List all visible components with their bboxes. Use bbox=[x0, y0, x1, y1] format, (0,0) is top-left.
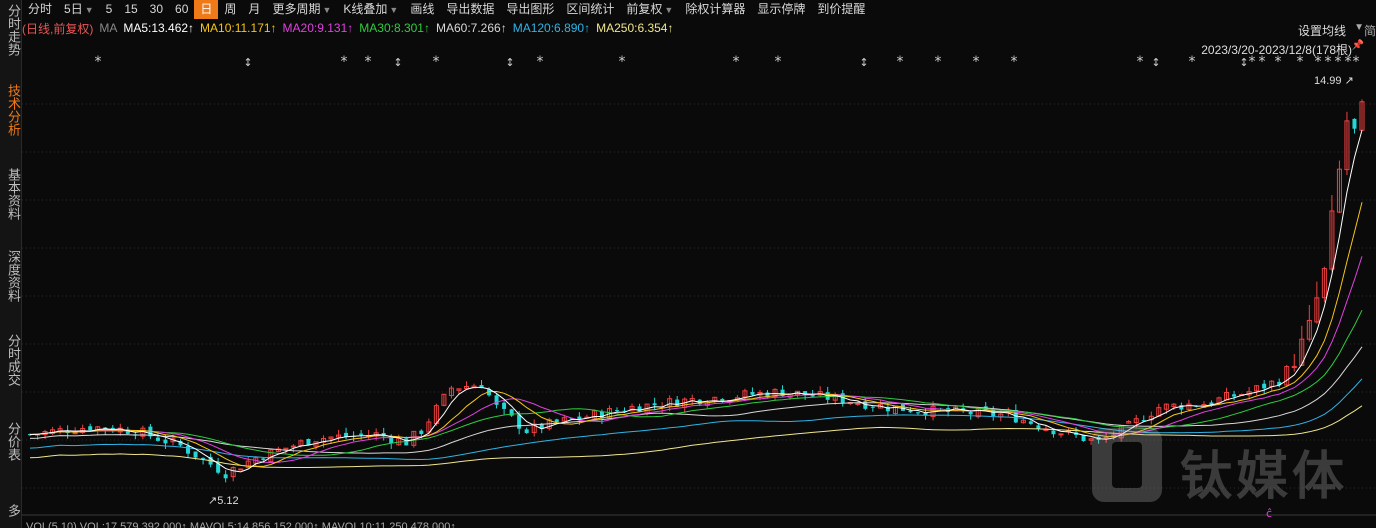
event-marker-icon: * bbox=[1315, 54, 1322, 70]
event-marker-icon: * bbox=[537, 54, 544, 70]
event-marker-icon: * bbox=[1335, 54, 1342, 70]
candle-body bbox=[155, 437, 160, 441]
event-marker-icon: ↕ bbox=[1151, 56, 1160, 69]
candle-body bbox=[238, 468, 244, 471]
candle-body bbox=[750, 391, 755, 395]
candle-body bbox=[494, 395, 499, 405]
candle-body bbox=[1028, 421, 1033, 424]
candle-body bbox=[855, 402, 861, 405]
candle-body bbox=[88, 426, 93, 431]
candle-body bbox=[524, 429, 529, 433]
candle-body bbox=[163, 439, 168, 444]
event-marker-icon: * bbox=[619, 54, 626, 70]
candle-body bbox=[186, 445, 191, 454]
event-marker-icon: * bbox=[365, 54, 372, 70]
event-marker-icon: ↕ bbox=[1239, 56, 1248, 69]
sidebar-item-5[interactable]: 分价表 bbox=[0, 422, 22, 461]
event-marker-icon: ↕ bbox=[859, 56, 868, 69]
event-marker-icon: * bbox=[433, 54, 440, 70]
candle-body bbox=[637, 406, 642, 412]
candle-body bbox=[968, 412, 973, 415]
candle-body bbox=[517, 414, 522, 429]
event-marker-icon: * bbox=[1297, 54, 1304, 70]
candle-body bbox=[419, 430, 424, 434]
low-price-label: ↗5.12 bbox=[208, 495, 239, 507]
sidebar-item-6[interactable]: 多 bbox=[0, 504, 22, 517]
candle-body bbox=[72, 432, 78, 435]
event-marker-icon: * bbox=[95, 54, 102, 70]
candle-body bbox=[1058, 433, 1064, 436]
candle-body bbox=[916, 412, 920, 414]
event-marker-icon: * bbox=[1259, 54, 1266, 70]
candle-body bbox=[1262, 383, 1267, 389]
sidebar-item-2[interactable]: 基本资料 bbox=[0, 168, 22, 220]
event-marker-icon: * bbox=[733, 54, 740, 70]
candle-body bbox=[502, 402, 507, 409]
event-marker-icon: * bbox=[1137, 54, 1144, 70]
candle-body bbox=[908, 410, 913, 413]
sidebar-item-0[interactable]: 分时走势 bbox=[0, 4, 22, 56]
event-marker-icon: * bbox=[935, 54, 942, 70]
candle-body bbox=[223, 474, 228, 479]
candle-body bbox=[652, 403, 657, 406]
event-marker-icon: * bbox=[1345, 54, 1352, 70]
event-marker-icon: ↕ bbox=[393, 56, 402, 69]
volume-indicator-text: VOL(5,10) VOL:17,579,392.000↑ MAVOL5:14,… bbox=[26, 521, 456, 528]
event-marker-icon: * bbox=[341, 54, 348, 70]
candle-body bbox=[614, 410, 619, 412]
watermark-logo: 钛媒体 bbox=[1090, 428, 1350, 506]
sidebar-item-1[interactable]: 技术分析 bbox=[0, 84, 22, 136]
volume-indicator-bar: VOL(5,10) VOL:17,579,392.000↑ MAVOL5:14,… bbox=[22, 520, 1376, 528]
candle-body bbox=[359, 433, 364, 435]
event-marker-icon: ↕ bbox=[243, 56, 252, 69]
candle-body bbox=[1352, 118, 1357, 129]
candle-body bbox=[870, 406, 875, 408]
event-marker-icon: * bbox=[1275, 54, 1282, 70]
candle-body bbox=[1081, 434, 1086, 442]
sidebar-item-3[interactable]: 深度资料 bbox=[0, 250, 22, 302]
event-marker-icon: * bbox=[775, 54, 782, 70]
event-marker-icon: * bbox=[1189, 54, 1196, 70]
sidebar-item-4[interactable]: 分时成交 bbox=[0, 334, 22, 386]
candle-body bbox=[1051, 430, 1056, 435]
event-marker-icon: * bbox=[1011, 54, 1018, 70]
candle-body bbox=[193, 451, 198, 458]
watermark-text: 钛媒体 bbox=[1180, 448, 1349, 506]
candle-body bbox=[1232, 394, 1237, 397]
high-price-label: 14.99 ↗ bbox=[1314, 75, 1354, 87]
candle-body bbox=[201, 457, 206, 459]
candle-body bbox=[261, 458, 266, 460]
event-marker-icon: * bbox=[973, 54, 980, 70]
event-marker-icon: * bbox=[1325, 54, 1332, 70]
candle-body bbox=[1179, 405, 1184, 410]
event-marker-icon: * bbox=[1353, 54, 1360, 70]
event-marker-icon: ↕ bbox=[505, 56, 514, 69]
candle-body bbox=[1036, 425, 1041, 429]
watermark-icon bbox=[1092, 428, 1162, 502]
side-nav: 分时走势技术分析基本资料深度资料分时成交分价表多 bbox=[0, 0, 22, 528]
event-marker-icon: * bbox=[1249, 54, 1256, 70]
event-marker-icon: * bbox=[897, 54, 904, 70]
